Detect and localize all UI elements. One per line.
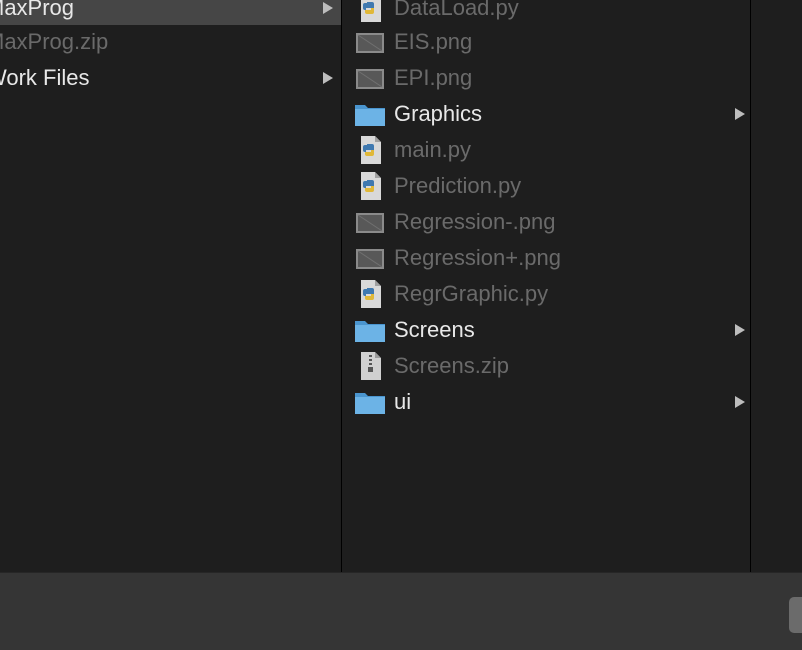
image-file-icon xyxy=(356,213,384,233)
python-file-icon xyxy=(361,172,381,200)
item-label: Screens.zip xyxy=(394,353,509,378)
folder-icon xyxy=(355,321,385,342)
file-item-main-py[interactable]: main.py xyxy=(342,133,750,167)
file-item-dataload-py[interactable]: DataLoad.py xyxy=(342,0,750,25)
disclosure-arrow-icon xyxy=(735,324,745,336)
file-item-regression-minus-png[interactable]: Regression-.png xyxy=(342,205,750,239)
item-label: main.py xyxy=(394,137,472,162)
image-file-icon xyxy=(356,249,384,269)
item-label: ui xyxy=(394,389,412,414)
column1-item-maxprog-zip[interactable]: MaxProg.zip xyxy=(0,25,341,59)
column-browser-pane-2[interactable]: DataLoad.py EIS.png EPI.png Graphics mai… xyxy=(342,0,750,572)
python-file-icon xyxy=(361,136,381,164)
item-label: Graphics xyxy=(394,101,483,126)
python-file-icon xyxy=(361,280,381,308)
file-item-regression-plus-png[interactable]: Regression+.png xyxy=(342,241,750,275)
image-file-icon xyxy=(356,33,384,53)
file-item-regrgraphic-py[interactable]: RegrGraphic.py xyxy=(342,277,750,311)
file-item-epi-png[interactable]: EPI.png xyxy=(342,61,750,95)
item-label: Prediction.py xyxy=(394,173,522,198)
file-item-prediction-py[interactable]: Prediction.py xyxy=(342,169,750,203)
disclosure-arrow-icon xyxy=(323,2,333,14)
item-label: EPI.png xyxy=(394,65,473,90)
column1-item-work-files[interactable]: Work Files xyxy=(0,61,341,95)
item-label: EIS.png xyxy=(394,29,473,54)
column-browser-pane-1[interactable]: MaxProg MaxProg.zip Work Files xyxy=(0,0,341,572)
item-label: DataLoad.py xyxy=(394,0,519,20)
item-label: MaxProg xyxy=(0,0,75,20)
column1-item-maxprog[interactable]: MaxProg xyxy=(0,0,341,25)
python-file-icon xyxy=(361,0,381,22)
disclosure-arrow-icon xyxy=(735,396,745,408)
item-label: Work Files xyxy=(0,65,90,90)
folder-icon xyxy=(355,393,385,414)
folder-item-ui[interactable]: ui xyxy=(342,385,750,419)
image-file-icon xyxy=(356,69,384,89)
file-item-screens-zip[interactable]: Screens.zip xyxy=(342,349,750,383)
item-label: Regression-.png xyxy=(394,209,556,234)
item-label: RegrGraphic.py xyxy=(394,281,549,306)
item-label: Regression+.png xyxy=(394,245,561,270)
disclosure-arrow-icon xyxy=(323,72,333,84)
folder-item-graphics[interactable]: Graphics xyxy=(342,97,750,131)
dialog-button[interactable] xyxy=(789,597,802,633)
folder-icon xyxy=(355,105,385,126)
column-browser-pane-3[interactable] xyxy=(751,0,802,572)
folder-item-screens[interactable]: Screens xyxy=(342,313,750,347)
file-item-eis-png[interactable]: EIS.png xyxy=(342,25,750,59)
finder-window: MaxProg MaxProg.zip Work Files DataLoad.… xyxy=(0,0,802,650)
bottom-button-bar xyxy=(0,572,802,650)
item-label: MaxProg.zip xyxy=(0,29,109,54)
disclosure-arrow-icon xyxy=(735,108,745,120)
item-label: Screens xyxy=(394,317,475,342)
zip-file-icon xyxy=(361,352,381,380)
